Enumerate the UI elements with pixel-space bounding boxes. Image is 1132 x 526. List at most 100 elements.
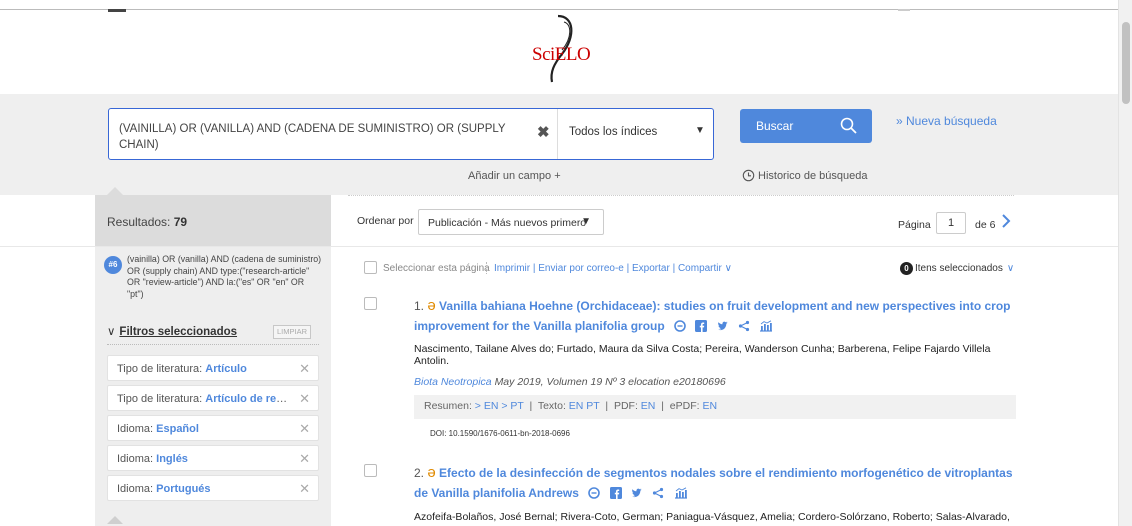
text-pt-link[interactable]: PT	[586, 400, 599, 412]
scielo-logo[interactable]: SciELO	[528, 14, 618, 84]
pdf-label: PDF:	[613, 400, 638, 412]
open-access-icon: ə	[427, 464, 436, 481]
text-en-link[interactable]: EN	[569, 400, 584, 412]
page-total: de 6	[975, 219, 996, 231]
filter-key: Idioma:	[117, 423, 154, 435]
filter-value: Artículo	[205, 363, 247, 375]
comment-icon[interactable]	[674, 318, 686, 338]
result-source: Biota Neotropica May 2019, Volumen 19 Nº…	[414, 376, 726, 388]
results-sidebar: Resultados: 79 #6 (vainilla) OR (vanilla…	[95, 187, 331, 526]
filter-value: Español	[156, 423, 199, 435]
sort-select[interactable]: Publicación - Más nuevos primero ▼	[418, 209, 604, 235]
filter-key: Idioma:	[117, 453, 154, 465]
search-input[interactable]: (VAINILLA) OR (VANILLA) AND (CADENA DE S…	[119, 121, 529, 153]
result-number: 2.	[414, 466, 425, 480]
filter-key: Tipo de literatura:	[117, 363, 203, 375]
share-icon[interactable]	[738, 318, 750, 338]
twitter-icon[interactable]	[717, 318, 729, 338]
abstract-pt-link[interactable]: > PT	[501, 400, 523, 412]
selected-items-count: 0	[900, 262, 913, 275]
page-number-input[interactable]: 1	[936, 212, 966, 234]
result-source-details: May 2019, Volumen 19 Nº 3 elocation e201…	[494, 376, 726, 388]
remove-filter-icon[interactable]: ✕	[299, 391, 310, 407]
share-icon[interactable]	[652, 485, 664, 505]
select-page-checkbox[interactable]	[364, 261, 377, 274]
search-history-link[interactable]: Historico de búsqueda	[742, 169, 867, 182]
add-field-link[interactable]: Añadir un campo +	[468, 170, 561, 182]
results-count: Resultados: 79	[107, 215, 187, 229]
index-select[interactable]: Todos los índices	[569, 126, 657, 138]
toolbar-divider	[0, 246, 1118, 247]
query-text: (vainilla) OR (vanilla) AND (cadena de s…	[127, 254, 322, 299]
remove-filter-icon[interactable]: ✕	[299, 421, 310, 437]
query-pane: #6 (vainilla) OR (vanilla) AND (cadena d…	[95, 247, 331, 526]
epdf-label: ePDF:	[669, 400, 700, 412]
result-actions[interactable]: Imprimir | Enviar por correo-e | Exporta…	[486, 262, 732, 274]
result-links-bar: Resumen: > EN > PT | Texto: EN PT | PDF:…	[414, 395, 1016, 419]
result-authors: Azofeifa-Bolaños, José Bernal; Rivera-Co…	[414, 511, 1010, 523]
logo-text: SciELO	[532, 44, 591, 65]
vertical-scrollbar[interactable]	[1118, 0, 1132, 526]
result-checkbox[interactable]	[364, 297, 377, 310]
menu-icon[interactable]	[108, 9, 126, 12]
clear-search-icon[interactable]: ✖	[537, 123, 550, 141]
sort-caret-icon: ▼	[581, 216, 591, 227]
abstract-en-link[interactable]: > EN	[475, 400, 499, 412]
results-top-divider	[348, 195, 1014, 196]
facebook-icon[interactable]	[695, 318, 708, 338]
results-number: 79	[173, 215, 188, 229]
top-divider	[0, 9, 1118, 10]
result-doi[interactable]: DOI: 10.1590/1676-0611-bn-2018-0696	[430, 429, 570, 438]
share-chevron-icon[interactable]: ∨	[725, 263, 732, 274]
filter-key: Tipo de literatura:	[117, 393, 203, 405]
selected-items-label: Itens seleccionados	[915, 263, 1003, 274]
filter-key: Idioma:	[117, 483, 154, 495]
filter-chip: Tipo de literatura: Artículo de revisi..…	[107, 385, 319, 411]
selected-items[interactable]: 0 Itens seleccionados ∨	[900, 262, 1014, 275]
abstract-label: Resumen:	[424, 400, 472, 412]
filter-value: Portugués	[156, 483, 211, 495]
filter-value: Artículo de revisi...	[205, 393, 293, 405]
journal-link[interactable]: Biota Neotropica	[414, 376, 492, 388]
facebook-icon[interactable]	[609, 485, 622, 505]
remove-filter-icon[interactable]: ✕	[299, 481, 310, 497]
page-label: Página	[898, 219, 931, 231]
metrics-icon[interactable]	[759, 318, 773, 338]
page: SciELO (VAINILLA) OR (VANILLA) AND (CADE…	[0, 0, 1132, 526]
result-actions-links[interactable]: Imprimir | Enviar por correo-e | Exporta…	[494, 263, 722, 274]
remove-filter-icon[interactable]: ✕	[299, 361, 310, 377]
result-icons	[588, 485, 693, 505]
open-access-icon: ə	[427, 297, 436, 314]
history-icon	[742, 169, 755, 182]
result-number: 1.	[414, 299, 425, 313]
twitter-icon[interactable]	[631, 485, 643, 505]
result-title-text[interactable]: Efecto de la desinfección de segmentos n…	[414, 466, 1013, 500]
result-checkbox[interactable]	[364, 464, 377, 477]
filter-chip: Tipo de literatura: Artículo ✕	[107, 355, 319, 381]
metrics-icon[interactable]	[674, 485, 688, 505]
epdf-en-link[interactable]: EN	[702, 400, 717, 412]
result-title[interactable]: 2. ə Efecto de la desinfección de segmen…	[414, 463, 1024, 505]
search-button[interactable]: Buscar	[740, 109, 872, 143]
language-selector-stub[interactable]	[898, 9, 910, 11]
search-button-label: Buscar	[756, 119, 794, 133]
sort-select-value: Publicación - Más nuevos primero	[428, 217, 587, 229]
remove-filter-icon[interactable]: ✕	[299, 451, 310, 467]
new-search-link[interactable]: » Nueva búsqueda	[896, 114, 997, 128]
sidebar-pointer	[107, 187, 123, 195]
result-authors: Nascimento, Tailane Alves do; Furtado, M…	[414, 343, 991, 367]
scrollbar-thumb[interactable]	[1122, 22, 1130, 104]
results-label: Resultados:	[107, 215, 171, 229]
clear-filters-button[interactable]: LIMPIAR	[273, 325, 311, 339]
selected-filters-toggle[interactable]: ∨ Filtros seleccionados	[107, 324, 237, 338]
result-title[interactable]: 1. ə Vanilla bahiana Hoehne (Orchidaceae…	[414, 296, 1024, 338]
comment-icon[interactable]	[588, 485, 601, 505]
sidebar-next-pointer	[107, 516, 123, 524]
sort-label: Ordenar por	[357, 215, 414, 227]
index-select-caret-icon[interactable]: ▼	[695, 125, 705, 136]
text-label: Texto:	[537, 400, 566, 412]
search-history-label: Historico de búsqueda	[758, 170, 868, 182]
search-icon	[840, 117, 857, 134]
pdf-en-link[interactable]: EN	[641, 400, 656, 412]
next-page-icon[interactable]	[1000, 213, 1012, 232]
